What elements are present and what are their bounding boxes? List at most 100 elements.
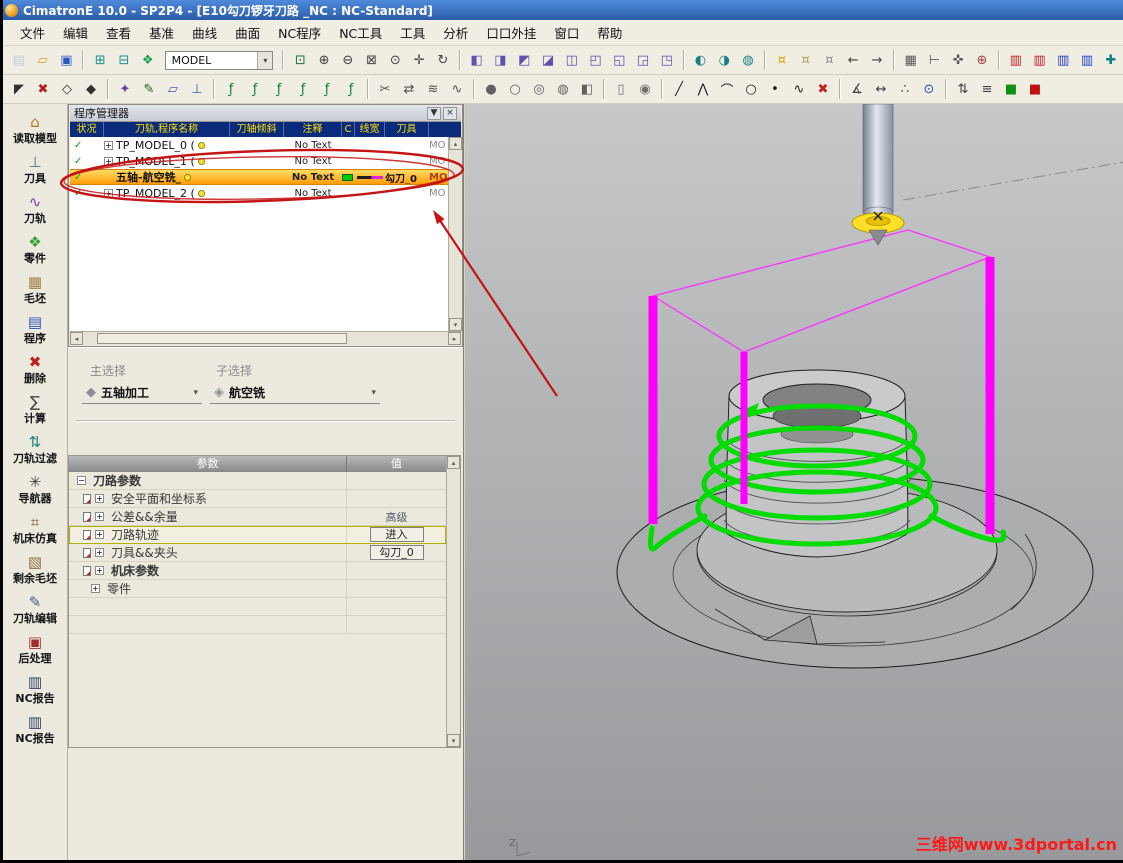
dropdown-arrow-icon[interactable]: ▾ xyxy=(193,388,198,398)
measure-distance-icon[interactable]: ↔ xyxy=(870,78,892,100)
menu-window[interactable]: 窗口 xyxy=(545,20,588,45)
program-vertical-scrollbar[interactable]: ▴ ▾ xyxy=(448,137,462,331)
column-header-5[interactable]: 线宽 xyxy=(355,122,385,137)
hidden-mode-icon[interactable]: ◍ xyxy=(737,49,759,71)
verify-icon[interactable]: ⇅ xyxy=(952,78,974,100)
param-value-button[interactable]: 进入 xyxy=(369,527,424,542)
pick-filter-icon[interactable]: ◇ xyxy=(56,78,78,100)
sidebar-item-delete[interactable]: ✖ 删除 xyxy=(3,350,67,390)
program-row[interactable]: ✓ 五轴-航空铣_ No Text 勾刀_0 MO xyxy=(70,169,448,185)
model-selector-dropdown[interactable]: MODEL ▾ xyxy=(164,50,274,70)
shaded-mode-icon[interactable]: ◐ xyxy=(690,49,712,71)
probe-icon[interactable]: ✚ xyxy=(1100,49,1122,71)
batch-icon[interactable]: ≡ xyxy=(976,78,998,100)
color-swatch[interactable] xyxy=(342,173,353,181)
column-header-2[interactable]: 刀轴倾斜 xyxy=(230,122,284,137)
collapse-icon[interactable]: − xyxy=(77,476,86,485)
parameters-vertical-scrollbar[interactable]: ▴ ▾ xyxy=(446,456,460,747)
param-row[interactable]: + 零件 xyxy=(69,580,446,598)
measure-angle-icon[interactable]: ∡ xyxy=(846,78,868,100)
zoom-fit-icon[interactable]: ⊠ xyxy=(361,49,383,71)
back-arrow-icon[interactable]: ← xyxy=(842,49,864,71)
back-view-icon[interactable]: ◩ xyxy=(513,49,535,71)
visibility-bulb-icon[interactable] xyxy=(197,157,205,165)
section-view-icon[interactable]: ◧ xyxy=(576,78,598,100)
iso-view-icon[interactable]: ◧ xyxy=(466,49,488,71)
spline-icon[interactable]: ∿ xyxy=(788,78,810,100)
scroll-right-icon[interactable]: ▸ xyxy=(448,332,461,345)
function-curve-4-icon[interactable]: ƒ xyxy=(292,78,314,100)
ucs-icon[interactable]: ⊥ xyxy=(186,78,208,100)
sidebar-item-calculate[interactable]: ∑ 计算 xyxy=(3,390,67,430)
sidebar-item-remaining-stock[interactable]: ▧ 剩余毛坯 xyxy=(3,550,67,590)
point-icon[interactable]: • xyxy=(764,78,786,100)
function-curve-5-icon[interactable]: ƒ xyxy=(316,78,338,100)
menu-analysis[interactable]: 分析 xyxy=(434,20,477,45)
scrollbar-thumb[interactable] xyxy=(97,333,347,344)
zoom-in-icon[interactable]: ⊕ xyxy=(313,49,335,71)
column-header-6[interactable]: 刀具 xyxy=(385,122,429,137)
program-horizontal-scrollbar[interactable]: ◂ ▸ xyxy=(70,331,461,345)
sidebar-item-toolpath-filter[interactable]: ⇅ 刀轨过滤 xyxy=(3,430,67,470)
expand-icon[interactable]: + xyxy=(95,530,104,539)
top-view-icon[interactable]: ◰ xyxy=(585,49,607,71)
menu-file[interactable]: 文件 xyxy=(11,20,54,45)
sidebar-item-post-process[interactable]: ▣ 后处理 xyxy=(3,630,67,670)
named-view-icon[interactable]: ◳ xyxy=(656,49,678,71)
dropdown-arrow-icon[interactable]: ▾ xyxy=(371,388,376,398)
nc-doc-view-icon[interactable]: ▥ xyxy=(1052,49,1074,71)
confirm-icon[interactable]: ■ xyxy=(1000,78,1022,100)
zoom-window-icon[interactable]: ⊡ xyxy=(289,49,311,71)
visibility-bulb-icon[interactable] xyxy=(197,189,205,197)
zoom-out-icon[interactable]: ⊖ xyxy=(337,49,359,71)
left-view-icon[interactable]: ◪ xyxy=(537,49,559,71)
axono-view-icon[interactable]: ◲ xyxy=(632,49,654,71)
sidebar-item-read-model[interactable]: ⌂ 读取模型 xyxy=(3,110,67,150)
expand-icon[interactable]: + xyxy=(104,188,113,198)
function-curve-6-icon[interactable]: ƒ xyxy=(340,78,362,100)
sidebar-item-toolpath-edit[interactable]: ✎ 刀轨编辑 xyxy=(3,590,67,630)
light-off-icon[interactable]: ¤ xyxy=(819,49,841,71)
dropdown-arrow-icon[interactable]: ▾ xyxy=(257,51,273,69)
param-value-button[interactable]: 勾刀_0 xyxy=(369,545,424,560)
flip-icon[interactable]: ⇄ xyxy=(398,78,420,100)
function-curve-3-icon[interactable]: ƒ xyxy=(268,78,290,100)
scroll-up-icon[interactable]: ▴ xyxy=(449,137,462,150)
cancel-icon[interactable]: ■ xyxy=(1024,78,1046,100)
transparency-icon[interactable]: ◍ xyxy=(552,78,574,100)
menu-tools[interactable]: 工具 xyxy=(391,20,434,45)
function-curve-2-icon[interactable]: ƒ xyxy=(244,78,266,100)
sidebar-item-machine-simulation[interactable]: ⌗ 机床仿真 xyxy=(3,510,67,550)
sphere-icon[interactable]: ◉ xyxy=(634,78,656,100)
datum-plane-icon[interactable]: ▱ xyxy=(162,78,184,100)
origin-icon[interactable]: ⊕ xyxy=(971,49,993,71)
arc-icon[interactable]: ⌒ xyxy=(716,78,738,100)
sidebar-item-cutter[interactable]: ⊥ 刀具 xyxy=(3,150,67,190)
delete-geometry-icon[interactable]: ✖ xyxy=(812,78,834,100)
grid-icon[interactable]: ▦ xyxy=(900,49,922,71)
expand-icon[interactable]: + xyxy=(104,140,113,150)
trim-icon[interactable]: ✂ xyxy=(374,78,396,100)
zoom-all-icon[interactable]: ⊙ xyxy=(385,49,407,71)
rotate-view-icon[interactable]: ↻ xyxy=(432,49,454,71)
visibility-bulb-icon[interactable] xyxy=(184,173,192,181)
light-half-icon[interactable]: ¤ xyxy=(795,49,817,71)
feature-icon[interactable]: ✦ xyxy=(114,78,136,100)
selection-set-icon[interactable]: ◆ xyxy=(80,78,102,100)
column-header-3[interactable]: 注释 xyxy=(284,122,342,137)
wireframe-mode-icon[interactable]: ◑ xyxy=(713,49,735,71)
column-header-0[interactable]: 状况 xyxy=(70,122,104,137)
polyline-icon[interactable]: ⋀ xyxy=(692,78,714,100)
sidebar-item-toolpath[interactable]: ∿ 刀轨 xyxy=(3,190,67,230)
close-icon[interactable]: × xyxy=(443,106,457,120)
menu-nc-tools[interactable]: NC工具 xyxy=(330,20,391,45)
export-model-icon[interactable]: ⊟ xyxy=(113,49,135,71)
info-icon[interactable]: ⊙ xyxy=(918,78,940,100)
column-header-4[interactable]: C xyxy=(342,122,355,137)
expand-icon[interactable]: + xyxy=(95,512,104,521)
param-row[interactable]: + 机床参数 xyxy=(69,562,446,580)
3d-viewport[interactable]: Z 三维网www.3dportal.cn xyxy=(463,104,1123,863)
param-row[interactable]: + 公差&&余量 高级 xyxy=(69,508,446,526)
column-header-1[interactable]: 刀轨,程序名称 xyxy=(104,122,230,137)
menu-curve[interactable]: 曲线 xyxy=(183,20,226,45)
